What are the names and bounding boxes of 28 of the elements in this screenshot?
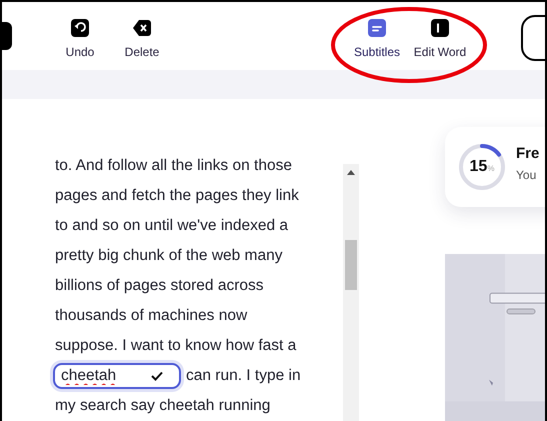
- transcript-line: my search say cheetah running: [55, 396, 270, 416]
- scrollbar-thumb[interactable]: [345, 240, 357, 290]
- progress-percent: 15%: [470, 158, 494, 176]
- scrollbar[interactable]: [343, 164, 359, 421]
- transcript-line: to and so on until we've indexed a: [55, 216, 288, 236]
- toolbar-button[interactable]: Delete: [114, 19, 170, 59]
- side-button[interactable]: [2, 22, 12, 50]
- progress-ring: [458, 143, 506, 191]
- transcript-line: billions of pages stored across: [55, 276, 264, 296]
- toolbar-button[interactable]: Edit Word: [407, 19, 473, 59]
- scroll-up-icon[interactable]: [347, 170, 355, 175]
- transcript-line: pretty big chunk of the web many: [55, 246, 282, 266]
- card-subtitle: You: [516, 168, 538, 182]
- toolbar-button[interactable]: Undo: [52, 19, 108, 59]
- transcript-line: to. And follow all the links on those: [55, 156, 292, 176]
- undo-icon: [71, 19, 89, 37]
- transcript-line: suppose. I want to know how fast a: [55, 336, 296, 356]
- transcript-line: pages and fetch the pages they link: [55, 186, 299, 206]
- backspace-icon: [133, 19, 151, 37]
- checkmark-icon[interactable]: [151, 371, 163, 381]
- transcript-line: thousands of machines now: [55, 306, 248, 326]
- word-input[interactable]: cheetah: [61, 367, 151, 385]
- transcript-line: can run. I type in: [186, 366, 301, 386]
- toolbar-button[interactable]: Subtitles: [347, 19, 407, 59]
- text-cursor-icon: [431, 19, 449, 37]
- card-title: Fre: [516, 144, 540, 162]
- word-edit-field[interactable]: cheetah: [53, 363, 181, 389]
- subtitles-icon: [368, 19, 386, 37]
